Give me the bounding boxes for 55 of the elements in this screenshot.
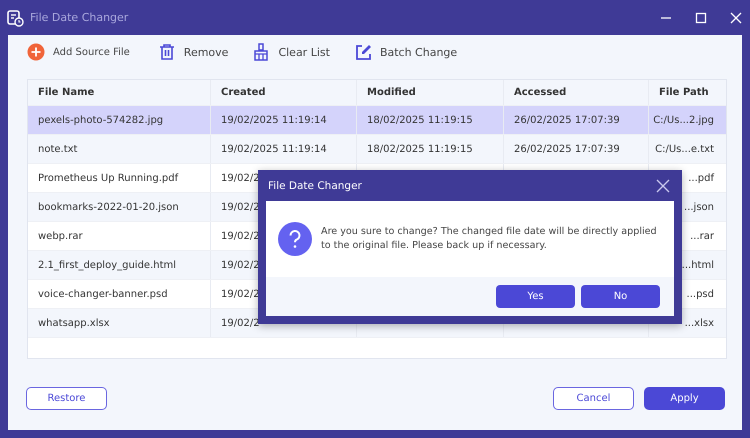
table-cell: 2.1_first_deploy_guide.html (38, 260, 176, 270)
question-icon (278, 222, 312, 256)
window-title: File Date Changer (30, 11, 130, 24)
table-cell: whatsapp.xlsx (38, 318, 110, 328)
dialog-button[interactable]: Yes (496, 285, 575, 308)
table-cell: Prometheus Up Running.pdf (38, 172, 178, 184)
table-cell: 19/02/2 (221, 230, 260, 242)
table-cell: 19/02/2 (221, 318, 260, 328)
table-cell: 26/02/2025 17:07:39 (514, 114, 620, 126)
broom-icon (252, 43, 270, 61)
table-cell: voice-changer-banner.psd (38, 288, 168, 300)
table-cell: 19/02/2 (221, 172, 260, 184)
close-icon[interactable] (656, 178, 670, 192)
footer-button[interactable]: Restore (26, 386, 107, 410)
table-cell: C:/Us...e.txt (655, 144, 714, 154)
table-cell: 18/02/2025 11:19:15 (367, 114, 473, 126)
footer-button[interactable]: Cancel (553, 386, 634, 410)
apply-button[interactable]: Apply (644, 386, 725, 410)
table-row[interactable]: pexels-photo-574282.jpg 19/02/2025 11:19:14 18/02/2025 11:19:15 26/02/2025 17:07:39 C:/Us...2.jpg (28, 106, 726, 135)
table-cell: note.txt (38, 144, 78, 154)
toolbar-button[interactable]: Remove (158, 43, 228, 61)
document-clock-icon (6, 8, 24, 26)
table-row[interactable]: note.txt 19/02/2025 11:19:14 18/02/2025 11:19:15 26/02/2025 17:07:39 C:/Us...e.txt (28, 135, 726, 164)
table-cell: ...json (684, 202, 714, 212)
column-header[interactable]: Modified (357, 80, 504, 105)
column-header[interactable]: File Name (28, 80, 211, 105)
table-cell: 19/02/2025 11:19:14 (221, 114, 327, 126)
table-cell: 18/02/2025 11:19:15 (367, 144, 473, 154)
table-cell: 19/02/2025 11:19:14 (221, 144, 327, 154)
table-cell: webp.rar (38, 230, 83, 242)
trash-icon (158, 43, 176, 61)
table-cell: ...rar (690, 230, 714, 242)
dialog-title: File Date Changer (268, 180, 362, 192)
toolbar-button[interactable]: Add Source File (27, 43, 130, 61)
toolbar-button[interactable]: Clear List (252, 43, 330, 61)
table-cell: ...html (682, 260, 714, 270)
table-cell: ...xlsx (684, 318, 714, 328)
table-cell: 19/02/2 (221, 202, 260, 212)
table-cell: 19/02/2 (221, 260, 260, 270)
table-cell: bookmarks-2022-01-20.json (38, 202, 179, 212)
maximize-icon[interactable] (695, 12, 707, 24)
table-cell: ...psd (686, 288, 714, 300)
table-cell: pexels-photo-574282.jpg (38, 114, 164, 126)
dialog-message: Are you sure to change? The changed file date will be directly applied to the original file. Please back up if necessary. (321, 225, 658, 253)
edit-box-icon (354, 43, 372, 61)
table-cell: C:/Us...2.jpg (653, 114, 714, 126)
column-header[interactable]: Created (211, 80, 357, 105)
dialog-button[interactable]: No (581, 285, 660, 308)
table-cell: ...pdf (688, 172, 714, 184)
toolbar-button[interactable]: Batch Change (354, 43, 458, 61)
column-header[interactable]: Accessed (504, 80, 649, 105)
column-header[interactable]: File Path (649, 80, 726, 105)
plus-circle-icon (27, 43, 45, 61)
table-cell: 26/02/2025 17:07:39 (514, 144, 620, 154)
table-cell: 19/02/2 (221, 288, 260, 300)
